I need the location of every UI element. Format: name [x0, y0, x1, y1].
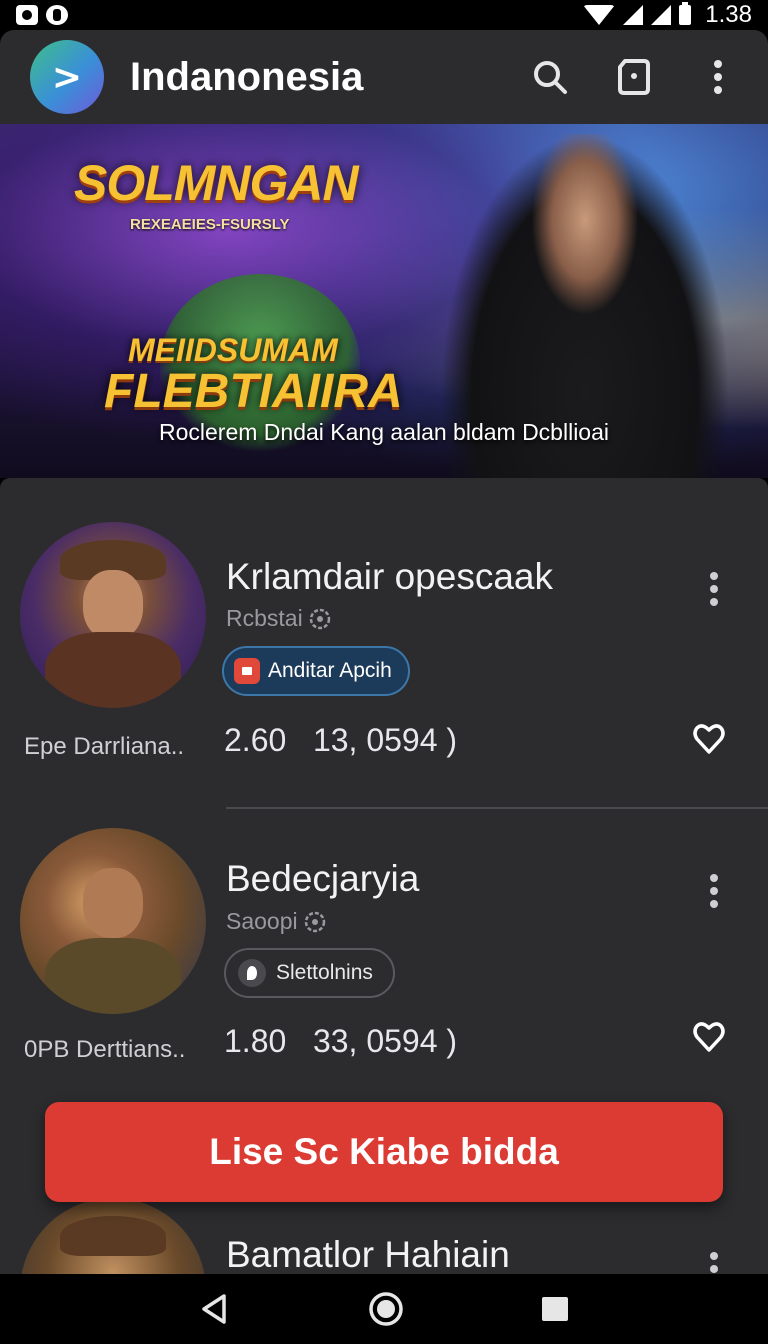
- app-notification-icon: [46, 5, 68, 25]
- item-stats: 2.60 13, 0594 ): [224, 722, 457, 759]
- app-bar-actions: [530, 57, 738, 97]
- item-more-button[interactable]: [700, 566, 728, 612]
- banner-subtitle: REXEAEIES-FSURSLY: [130, 216, 290, 233]
- camera-notification-icon: [16, 5, 38, 25]
- tag-button[interactable]: Slettolnins: [224, 948, 395, 998]
- recents-icon[interactable]: [540, 1294, 570, 1324]
- favorite-icon[interactable]: [692, 722, 726, 756]
- avatar-body: [45, 632, 181, 708]
- avatar: [20, 828, 206, 1014]
- chat-icon: [238, 959, 266, 987]
- avatar: [20, 522, 206, 708]
- list-item[interactable]: Krlamdair opescaak Rcbstai Anditar Apcih…: [0, 478, 768, 788]
- system-nav-bar: [0, 1274, 768, 1344]
- avatar: [20, 1198, 206, 1274]
- search-button[interactable]: [530, 57, 570, 97]
- item-count: 13, 0594 ): [312, 722, 458, 758]
- avatar-face: [83, 868, 143, 938]
- item-more-button[interactable]: [700, 868, 728, 914]
- badge-icon: [309, 608, 330, 629]
- save-icon: [618, 59, 650, 95]
- badge-icon: [304, 911, 325, 932]
- status-bar: 1.38: [0, 0, 768, 30]
- item-title: Krlamdair opescaak: [226, 556, 553, 597]
- signal-secondary-icon: [651, 5, 672, 25]
- status-time: 1.38: [705, 1, 752, 28]
- app-bar: > Indanonesia: [0, 30, 768, 124]
- favorite-icon[interactable]: [692, 1020, 726, 1054]
- promo-banner[interactable]: SOLMNGAN REXEAEIES-FSURSLY MEIIDSUMAM FL…: [0, 124, 768, 478]
- item-caption: 0PB Derttians..: [24, 1036, 186, 1063]
- avatar-hat: [60, 1216, 166, 1256]
- signal-icon: [623, 5, 644, 25]
- list-item[interactable]: Bedecjaryia Saoopi Slettolnins 0PB Dertt…: [0, 808, 768, 1108]
- tag-label: Anditar Apcih: [268, 659, 392, 682]
- back-icon[interactable]: [198, 1292, 232, 1326]
- search-icon: [534, 61, 567, 94]
- item-subtitle: Saoopi: [226, 908, 326, 935]
- home-icon[interactable]: [368, 1291, 404, 1327]
- item-count: 33, 0594 ): [312, 1023, 458, 1059]
- item-subtitle: Rcbstai: [226, 605, 331, 632]
- more-vert-icon: [714, 60, 722, 94]
- status-notifications: [16, 5, 68, 25]
- tag-button[interactable]: Anditar Apcih: [222, 646, 410, 696]
- primary-cta-button[interactable]: Lise Sc Kiabe bidda: [45, 1102, 723, 1202]
- avatar-body: [45, 938, 181, 1014]
- app-logo[interactable]: >: [30, 40, 104, 114]
- more-options-button[interactable]: [698, 57, 738, 97]
- item-rating: 1.80: [224, 1023, 287, 1059]
- item-caption: Epe Darrliana..: [24, 733, 185, 760]
- lock-icon: [234, 658, 260, 684]
- item-subtitle-text: Rcbstai: [226, 605, 303, 631]
- battery-icon: [679, 2, 692, 25]
- list-item[interactable]: Bamatlor Hahiain: [0, 1198, 768, 1274]
- banner-title: SOLMNGAN: [74, 155, 359, 211]
- wifi-icon: [583, 5, 616, 25]
- tag-label: Slettolnins: [276, 961, 373, 984]
- item-rating: 2.60: [224, 722, 287, 758]
- avatar-face: [83, 570, 143, 640]
- item-stats: 1.80 33, 0594 ): [224, 1023, 457, 1060]
- banner-headline-line-2: FLEBTIAIIRA: [104, 365, 403, 418]
- item-title: Bamatlor Hahiain: [226, 1234, 510, 1274]
- app-title: Indanonesia: [130, 54, 364, 99]
- save-button[interactable]: [614, 57, 654, 97]
- item-more-button[interactable]: [700, 1246, 728, 1274]
- banner-caption: Roclerem Dndai Kang aalan bldam Dcbllioa…: [158, 419, 610, 445]
- item-subtitle-text: Saoopi: [226, 908, 298, 934]
- item-title: Bedecjaryia: [226, 858, 420, 899]
- app-logo-glyph: >: [51, 56, 83, 98]
- status-indicators: 1.38: [583, 1, 752, 29]
